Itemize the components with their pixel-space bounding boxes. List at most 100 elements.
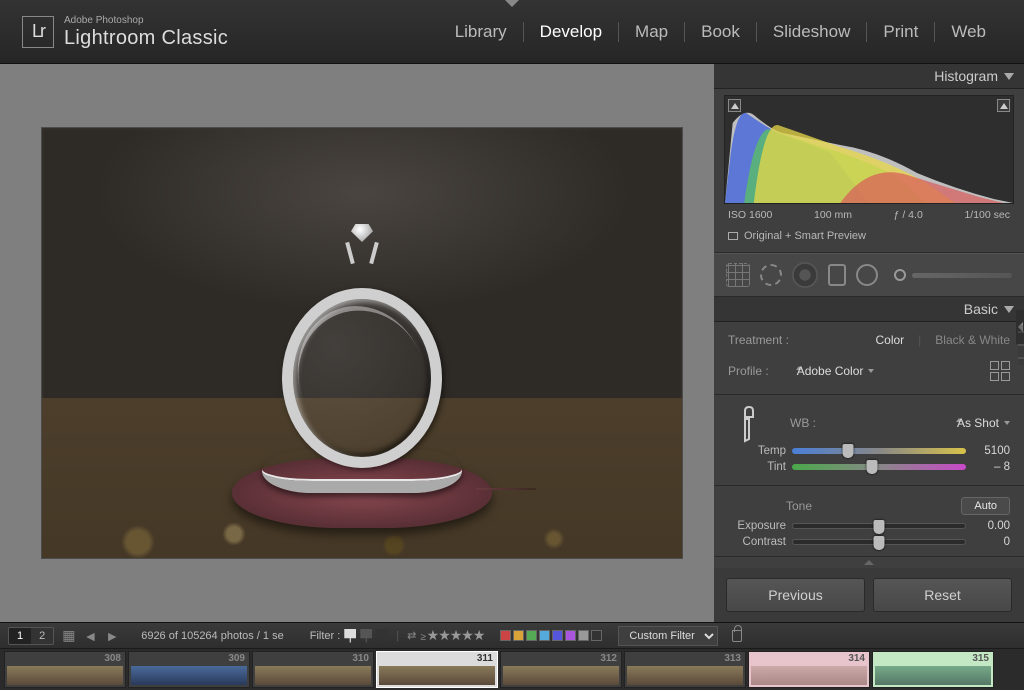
radial-tool[interactable] bbox=[856, 264, 878, 286]
grid-view-icon[interactable]: ▦ bbox=[62, 627, 75, 644]
histogram[interactable] bbox=[724, 95, 1014, 204]
treatment-section: Treatment : Color | Black & White Profil… bbox=[714, 322, 1024, 395]
temp-value[interactable]: 5100 bbox=[972, 445, 1010, 457]
exif-shutter: 1/100 sec bbox=[964, 209, 1010, 221]
basic-header[interactable]: Basic bbox=[714, 297, 1024, 322]
exposure-slider[interactable] bbox=[792, 523, 966, 529]
photo-preview[interactable] bbox=[42, 128, 682, 558]
tint-value[interactable]: – 8 bbox=[972, 461, 1010, 473]
module-map[interactable]: Map bbox=[619, 22, 684, 42]
temp-slider[interactable] bbox=[792, 448, 966, 454]
auto-tone-button[interactable]: Auto bbox=[961, 497, 1010, 515]
treatment-bw[interactable]: Black & White bbox=[935, 333, 1010, 347]
thumbnail[interactable]: 312 bbox=[500, 651, 622, 688]
module-book[interactable]: Book bbox=[685, 22, 756, 42]
exif-row: ISO 1600 100 mm ƒ / 4.0 1/100 sec bbox=[714, 206, 1024, 224]
contrast-slider[interactable] bbox=[792, 539, 966, 545]
flag-reject-icon[interactable] bbox=[376, 629, 388, 643]
color-swatch[interactable] bbox=[565, 630, 576, 641]
exif-iso: ISO 1600 bbox=[728, 209, 772, 221]
mask-amount[interactable] bbox=[894, 269, 1012, 281]
next-photo-icon[interactable]: ► bbox=[105, 628, 119, 644]
thumbnail[interactable]: 308 bbox=[4, 651, 126, 688]
tone-section: Tone Auto Exposure 0.00 Contrast 0 bbox=[714, 486, 1024, 557]
thumbnail[interactable]: 311 bbox=[376, 651, 498, 688]
color-swatch[interactable] bbox=[552, 630, 563, 641]
spot-tool[interactable] bbox=[760, 264, 782, 286]
prev-photo-icon[interactable]: ◄ bbox=[83, 628, 97, 644]
exif-focal: 100 mm bbox=[814, 209, 852, 221]
filmstrip: 1 2 ▦ ◄ ► 6926 of 105264 photos / 1 se F… bbox=[0, 622, 1024, 690]
app-header: Lr Adobe Photoshop Lightroom Classic Lib… bbox=[0, 0, 1024, 64]
history-buttons: Previous Reset bbox=[714, 568, 1024, 622]
panel-expand-hint[interactable] bbox=[714, 557, 1024, 568]
crop-tool[interactable] bbox=[726, 263, 750, 287]
right-edge-grip[interactable] bbox=[1018, 325, 1024, 365]
thumb-index: 311 bbox=[477, 653, 493, 664]
flag-unflagged-icon[interactable] bbox=[360, 629, 372, 643]
treatment-color[interactable]: Color bbox=[875, 333, 904, 347]
profile-browser-icon[interactable] bbox=[990, 361, 1010, 381]
thumbnail[interactable]: 315 bbox=[872, 651, 994, 688]
rating-switch-icon[interactable]: ⇄ bbox=[407, 629, 416, 642]
wb-section: WB : As Shot Temp 5100 Tint – 8 bbox=[714, 395, 1024, 486]
preview-mode[interactable]: Original + Smart Preview bbox=[714, 224, 1024, 253]
histogram-header[interactable]: Histogram bbox=[714, 64, 1024, 89]
thumb-index: 312 bbox=[600, 653, 617, 664]
reset-button[interactable]: Reset bbox=[873, 578, 1012, 612]
thumbnail[interactable]: 309 bbox=[128, 651, 250, 688]
filter-controls: Filter : | ⇄ ★★★★★ bbox=[310, 627, 485, 644]
main-area: Histogram ISO 1600 100 mm ƒ / 4.0 1/100 … bbox=[0, 64, 1024, 622]
module-print[interactable]: Print bbox=[867, 22, 934, 42]
module-develop[interactable]: Develop bbox=[524, 22, 618, 42]
filter-lock-icon[interactable] bbox=[732, 630, 742, 642]
color-swatch[interactable] bbox=[513, 630, 524, 641]
redeye-tool[interactable] bbox=[792, 262, 818, 288]
thumbnail[interactable]: 314 bbox=[748, 651, 870, 688]
module-web[interactable]: Web bbox=[935, 22, 1002, 42]
photo-count: 6926 of 105264 photos / 1 se bbox=[141, 630, 284, 642]
module-slideshow[interactable]: Slideshow bbox=[757, 22, 867, 42]
view-toggle[interactable]: 1 2 bbox=[8, 627, 54, 645]
color-swatch[interactable] bbox=[500, 630, 511, 641]
exposure-value[interactable]: 0.00 bbox=[972, 520, 1010, 532]
brand: Lr Adobe Photoshop Lightroom Classic bbox=[22, 16, 228, 48]
previous-button[interactable]: Previous bbox=[726, 578, 865, 612]
thumb-index: 310 bbox=[352, 653, 369, 664]
color-swatch[interactable] bbox=[526, 630, 537, 641]
thumb-index: 315 bbox=[972, 653, 989, 664]
color-swatch[interactable] bbox=[539, 630, 550, 641]
thumbnail[interactable]: 313 bbox=[624, 651, 746, 688]
filmstrip-toolbar: 1 2 ▦ ◄ ► 6926 of 105264 photos / 1 se F… bbox=[0, 623, 1024, 649]
contrast-value[interactable]: 0 bbox=[972, 536, 1010, 548]
suite-name: Adobe Photoshop bbox=[64, 16, 228, 26]
color-swatch[interactable] bbox=[591, 630, 602, 641]
app-badge: Lr bbox=[22, 16, 54, 48]
thumbnail[interactable]: 310 bbox=[252, 651, 374, 688]
flag-pick-icon[interactable] bbox=[344, 629, 356, 643]
thumb-index: 314 bbox=[848, 653, 865, 664]
thumb-index: 308 bbox=[104, 653, 121, 664]
profile-select[interactable]: Adobe Color bbox=[791, 364, 875, 378]
brush-tool-icon bbox=[894, 269, 906, 281]
thumbnail-strip[interactable]: 308 309 310 311 312 313 314 315 bbox=[0, 649, 1024, 690]
wb-select[interactable]: As Shot bbox=[951, 416, 1010, 430]
module-library[interactable]: Library bbox=[439, 22, 523, 42]
thumb-index: 309 bbox=[228, 653, 245, 664]
module-picker: Library Develop Map Book Slideshow Print… bbox=[439, 22, 1002, 42]
preview-area[interactable] bbox=[0, 64, 714, 622]
panel-notch-top[interactable] bbox=[505, 0, 519, 7]
eyedropper-icon[interactable] bbox=[721, 399, 769, 447]
product-name: Lightroom Classic bbox=[64, 28, 228, 48]
preview-mode-icon bbox=[728, 232, 738, 240]
subject-ring bbox=[277, 248, 447, 468]
thumb-index: 313 bbox=[724, 653, 741, 664]
filter-preset-select[interactable]: Custom Filter bbox=[618, 626, 718, 646]
collapse-icon bbox=[1004, 73, 1014, 80]
tint-slider[interactable] bbox=[792, 464, 966, 470]
collapse-icon bbox=[1004, 306, 1014, 313]
develop-panel: Histogram ISO 1600 100 mm ƒ / 4.0 1/100 … bbox=[714, 64, 1024, 622]
graduated-tool[interactable] bbox=[828, 264, 846, 286]
color-swatch[interactable] bbox=[578, 630, 589, 641]
star-filter[interactable]: ★★★★★ bbox=[420, 627, 484, 644]
